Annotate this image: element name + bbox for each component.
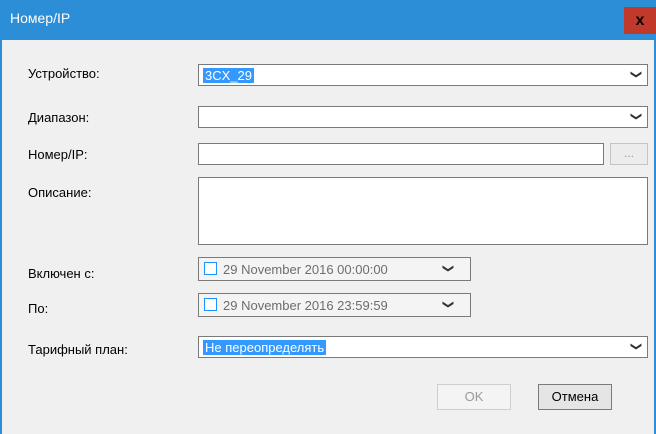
range-combobox[interactable]: ❯ <box>198 106 648 128</box>
window-border-left <box>0 40 2 434</box>
browse-button[interactable]: ... <box>610 143 648 165</box>
device-combobox[interactable]: 3CX_29 ❯ <box>198 64 648 86</box>
description-input[interactable] <box>198 177 648 245</box>
description-label: Описание: <box>28 185 92 200</box>
chevron-down-icon[interactable]: ❯ <box>442 264 455 273</box>
window-title: Номер/IP <box>10 10 71 26</box>
title-bar[interactable]: Номер/IP x <box>0 0 656 40</box>
dialog-window: Номер/IP x Устройство: 3CX_29 ❯ Диапазон… <box>0 0 656 434</box>
number-ip-input[interactable] <box>198 143 604 165</box>
enabled-from-datepicker[interactable]: 29 November 2016 00:00:00 ❯ <box>198 257 471 281</box>
close-button[interactable]: x <box>624 7 656 34</box>
ok-button[interactable]: OK <box>437 384 511 410</box>
number-ip-label: Номер/IP: <box>28 147 88 162</box>
chevron-down-icon: ❯ <box>629 341 642 352</box>
chevron-down-icon[interactable]: ❯ <box>442 300 455 309</box>
enabled-from-checkbox[interactable] <box>204 262 217 275</box>
enabled-from-label: Включен с: <box>28 266 95 281</box>
range-label: Диапазон: <box>28 110 90 125</box>
to-datepicker[interactable]: 29 November 2016 23:59:59 ❯ <box>198 293 471 317</box>
tariff-plan-combobox[interactable]: Не переопределять ❯ <box>198 336 648 358</box>
device-label: Устройство: <box>28 66 100 81</box>
cancel-button[interactable]: Отмена <box>538 384 612 410</box>
to-label: По: <box>28 301 49 316</box>
chevron-down-icon: ❯ <box>629 111 642 122</box>
enabled-from-value: 29 November 2016 00:00:00 <box>223 262 388 277</box>
chevron-down-icon: ❯ <box>629 69 642 80</box>
to-value: 29 November 2016 23:59:59 <box>223 298 388 313</box>
tariff-plan-value: Не переопределять <box>203 340 327 355</box>
device-value: 3CX_29 <box>203 68 254 83</box>
to-checkbox[interactable] <box>204 298 217 311</box>
tariff-plan-label: Тарифный план: <box>28 342 128 357</box>
close-icon: x <box>635 12 645 29</box>
